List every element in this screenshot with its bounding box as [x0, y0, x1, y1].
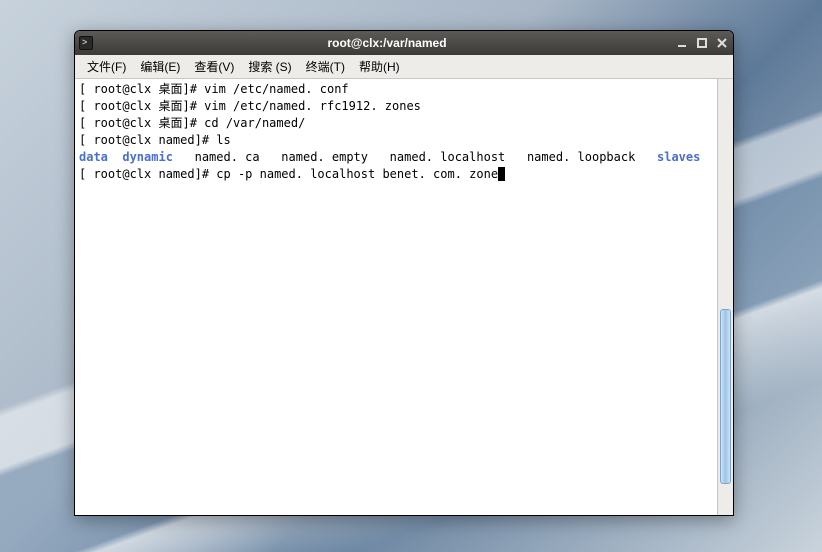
- menu-terminal[interactable]: 终端(T): [300, 56, 351, 77]
- prompt: [ root@clx named]#: [79, 167, 216, 181]
- ls-dir: slaves: [657, 150, 700, 164]
- menubar: 文件(F) 编辑(E) 查看(V) 搜索 (S) 终端(T) 帮助(H): [75, 55, 733, 79]
- menu-file[interactable]: 文件(F): [81, 56, 132, 77]
- scrollbar[interactable]: [717, 79, 733, 515]
- command-text: vim /etc/named. conf: [204, 82, 349, 96]
- maximize-button[interactable]: [695, 36, 709, 50]
- menu-help[interactable]: 帮助(H): [353, 56, 406, 77]
- minimize-icon: [676, 37, 688, 49]
- ls-file: named. ca named. empty named. localhost …: [195, 150, 636, 164]
- menu-edit[interactable]: 编辑(E): [134, 56, 186, 77]
- command-text: ls: [216, 133, 230, 147]
- window-controls: [675, 36, 729, 50]
- maximize-icon: [696, 37, 708, 49]
- menu-view[interactable]: 查看(V): [188, 56, 240, 77]
- close-button[interactable]: [715, 36, 729, 50]
- prompt: [ root@clx named]#: [79, 133, 216, 147]
- window-title: root@clx:/var/named: [99, 36, 675, 50]
- ls-dir: data dynamic: [79, 150, 173, 164]
- terminal-body: [ root@clx 桌面]# vim /etc/named. conf [ r…: [75, 79, 733, 515]
- scroll-thumb[interactable]: [720, 309, 731, 484]
- command-text: cd /var/named/: [204, 116, 305, 130]
- command-text: vim /etc/named. rfc1912. zones: [204, 99, 421, 113]
- command-text: cp -p named. localhost benet. com. zone: [216, 167, 498, 181]
- cursor: [498, 167, 505, 181]
- prompt: [ root@clx 桌面]#: [79, 116, 204, 130]
- menu-search[interactable]: 搜索 (S): [242, 56, 297, 77]
- titlebar[interactable]: root@clx:/var/named: [75, 31, 733, 55]
- minimize-button[interactable]: [675, 36, 689, 50]
- prompt: [ root@clx 桌面]#: [79, 82, 204, 96]
- terminal-window: root@clx:/var/named 文件(F) 编辑(E) 查看(V) 搜索…: [74, 30, 734, 516]
- close-icon: [716, 37, 728, 49]
- terminal-output[interactable]: [ root@clx 桌面]# vim /etc/named. conf [ r…: [75, 79, 717, 515]
- prompt: [ root@clx 桌面]#: [79, 99, 204, 113]
- terminal-app-icon: [79, 36, 93, 50]
